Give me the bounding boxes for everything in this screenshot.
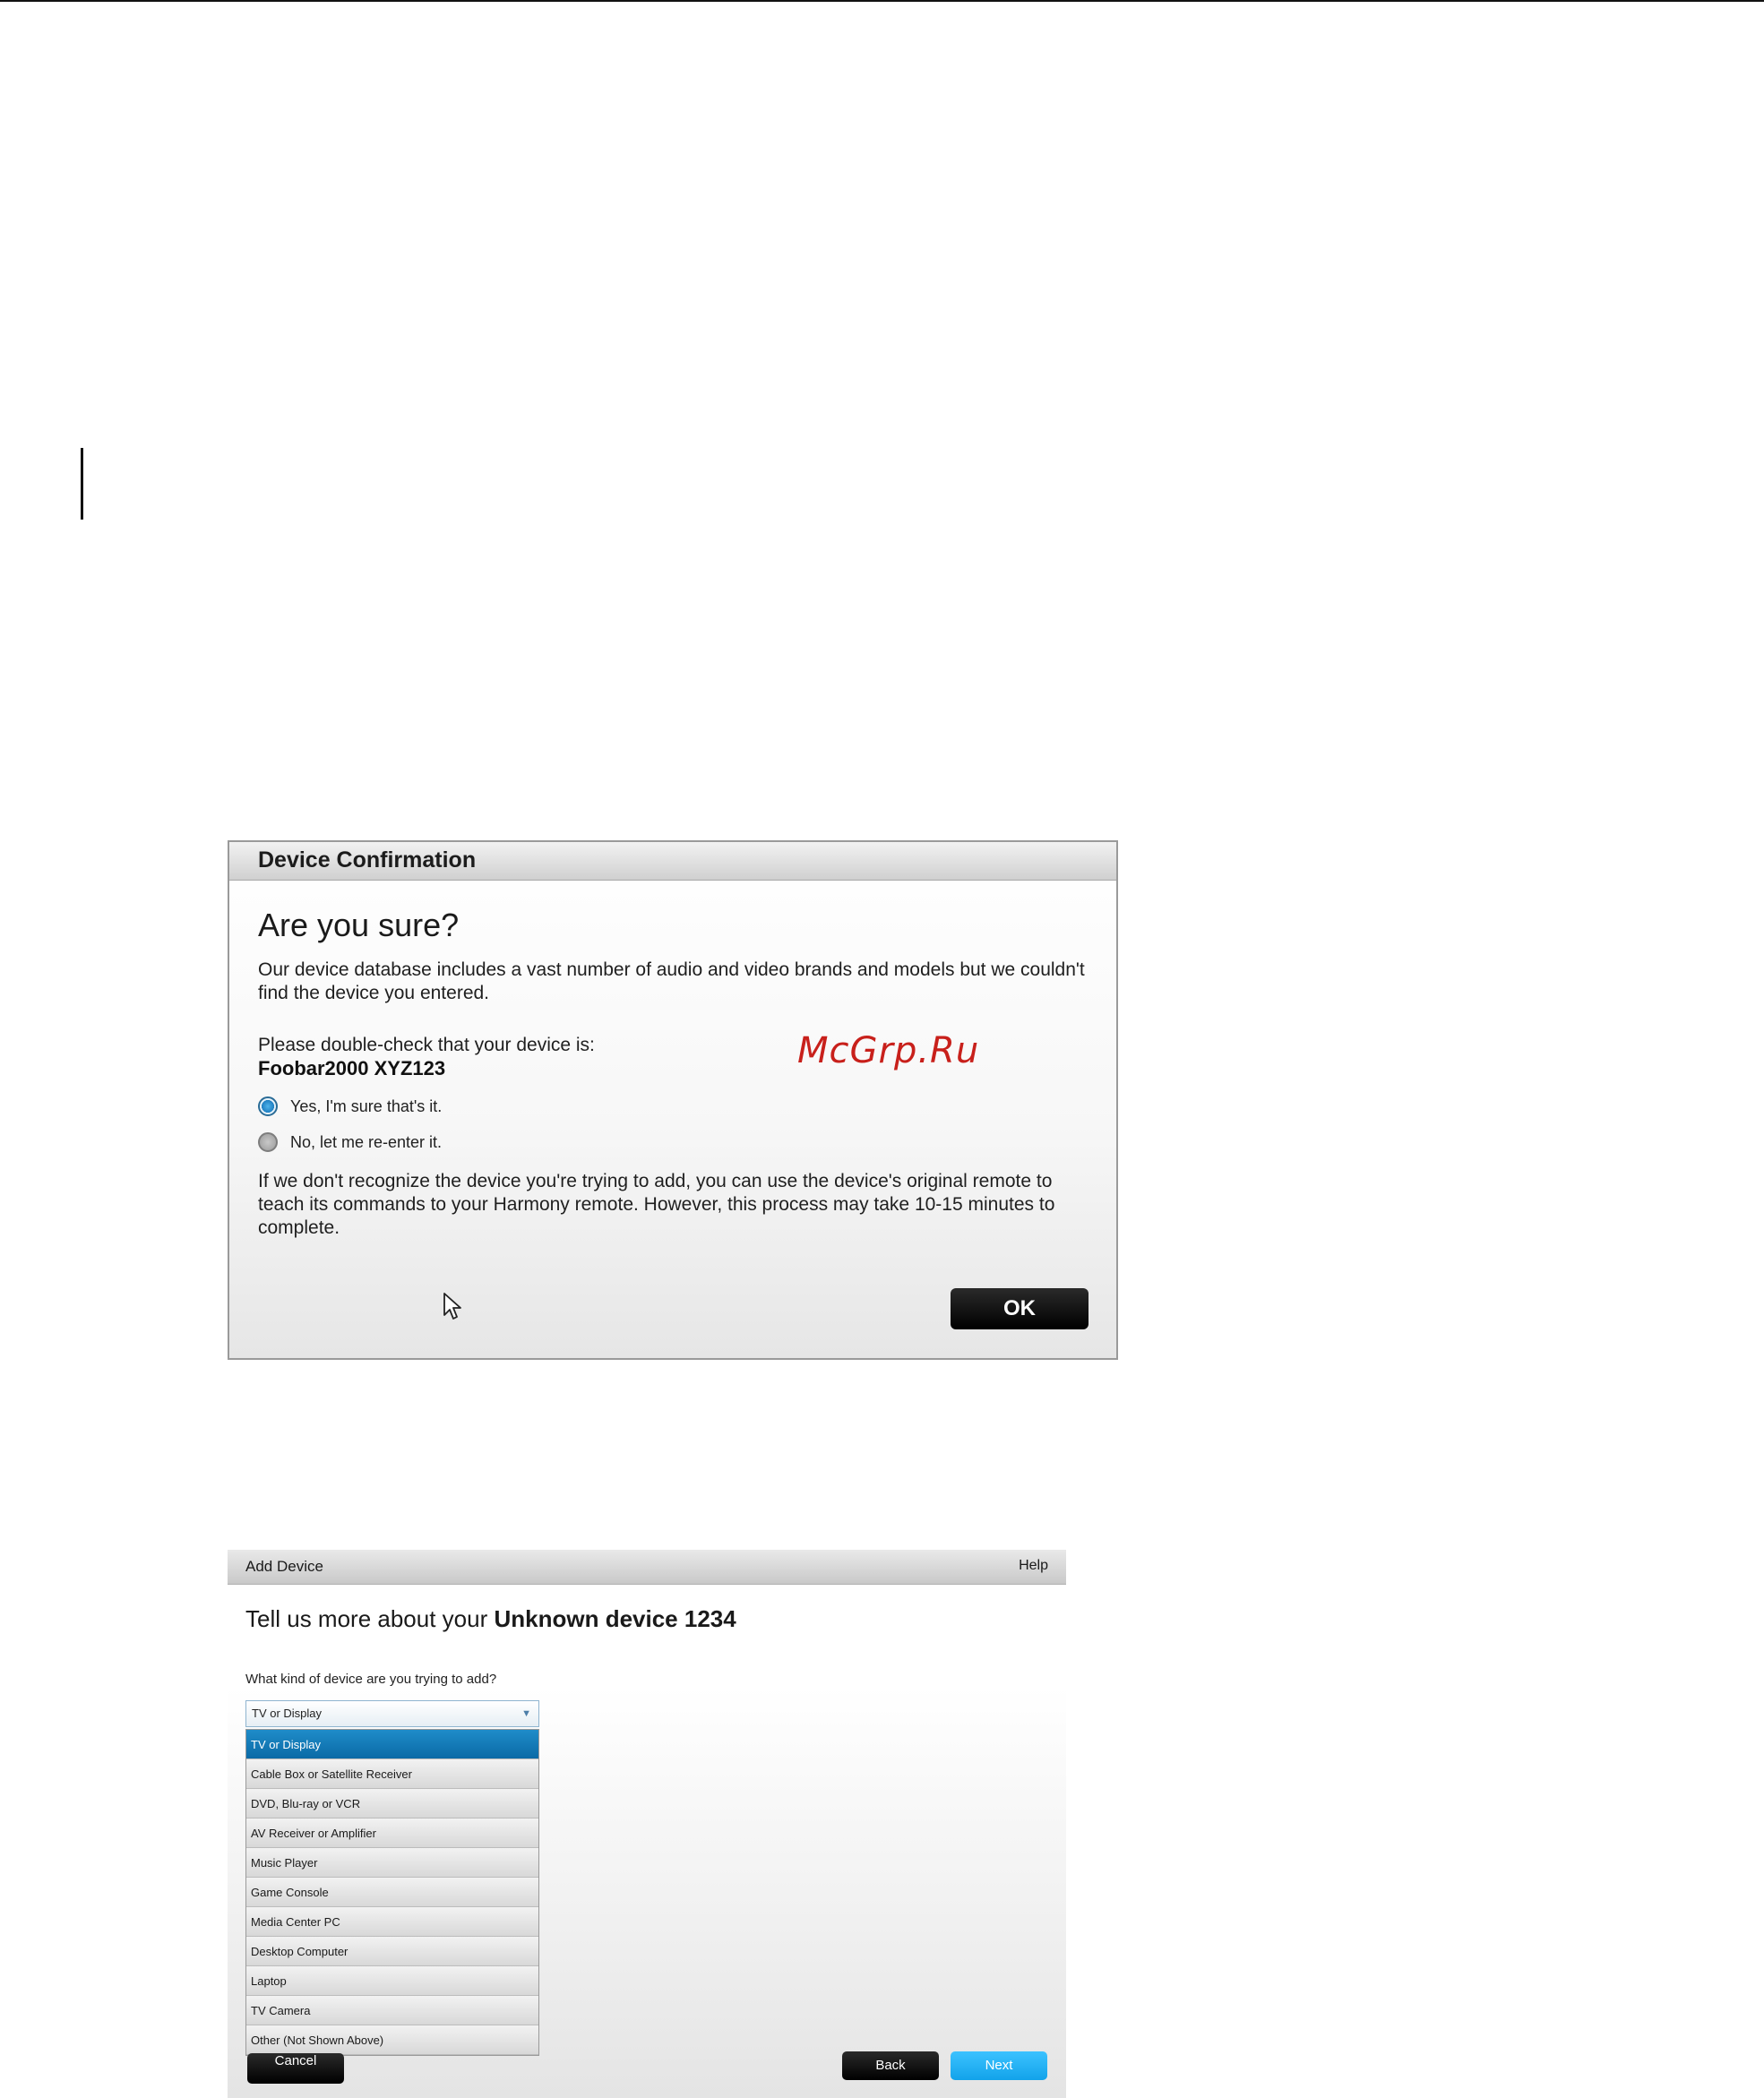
panel-title: Tell us more about your Unknown device 1…: [245, 1605, 736, 1633]
cancel-button[interactable]: Cancel: [247, 2053, 344, 2084]
device-type-options-list: TV or Display Cable Box or Satellite Rec…: [245, 1729, 539, 2056]
chevron-down-icon[interactable]: ▼: [521, 1701, 531, 1726]
dialog-device-name: Foobar2000 XYZ123: [258, 1057, 446, 1079]
ok-button[interactable]: OK: [951, 1288, 1089, 1329]
dialog-header: Device Confirmation: [229, 842, 1116, 881]
device-type-option[interactable]: TV Camera: [246, 1996, 538, 2025]
device-type-question: What kind of device are you trying to ad…: [245, 1672, 497, 1687]
dialog-title: Are you sure?: [258, 907, 460, 943]
device-type-selected-value: TV or Display: [252, 1707, 323, 1720]
mouse-pointer-icon: [443, 1293, 461, 1320]
back-button[interactable]: Back: [842, 2051, 939, 2080]
dialog-check-prompt: Please double-check that your device is:: [258, 1035, 595, 1055]
device-type-option[interactable]: Laptop: [246, 1966, 538, 1996]
help-link[interactable]: Help: [1019, 1558, 1048, 1574]
watermark: McGrp.Ru: [797, 1030, 980, 1071]
dialog-note-text: If we don't recognize the device you're …: [258, 1171, 1055, 1238]
device-type-option[interactable]: Desktop Computer: [246, 1937, 538, 1966]
next-button[interactable]: Next: [951, 2051, 1047, 2080]
device-type-option[interactable]: DVD, Blu-ray or VCR: [246, 1789, 538, 1819]
panel-title-device: Unknown device 1234: [494, 1605, 736, 1632]
radio-option-yes[interactable]: Yes, I'm sure that's it.: [258, 1096, 442, 1116]
radio-selected-icon[interactable]: [258, 1096, 278, 1116]
dialog-intro-text: Our device database includes a vast numb…: [258, 959, 1085, 1003]
panel-header-title: Add Device: [245, 1558, 323, 1575]
margin-change-bar: [81, 448, 83, 520]
radio-option-no[interactable]: No, let me re-enter it.: [258, 1132, 442, 1152]
device-confirmation-dialog: Device Confirmation Are you sure? Our de…: [228, 840, 1118, 1360]
device-type-option[interactable]: TV or Display: [246, 1730, 538, 1759]
top-rule: [0, 0, 1764, 2]
panel-title-prefix: Tell us more about your: [245, 1605, 488, 1632]
radio-option-label: No, let me re-enter it.: [290, 1132, 443, 1151]
dialog-header-title: Device Confirmation: [258, 847, 477, 873]
radio-unselected-icon[interactable]: [258, 1132, 278, 1152]
panel-header: Add Device Help: [228, 1550, 1066, 1585]
device-type-option[interactable]: AV Receiver or Amplifier: [246, 1819, 538, 1848]
add-device-panel: Add Device Help Tell us more about your …: [228, 1550, 1066, 2098]
device-type-option[interactable]: Music Player: [246, 1848, 538, 1878]
radio-option-label: Yes, I'm sure that's it.: [290, 1096, 443, 1115]
device-type-option[interactable]: Other (Not Shown Above): [246, 2025, 538, 2055]
device-type-option[interactable]: Media Center PC: [246, 1907, 538, 1937]
device-type-option[interactable]: Game Console: [246, 1878, 538, 1907]
device-type-select[interactable]: TV or Display ▼: [245, 1700, 539, 1727]
device-type-option[interactable]: Cable Box or Satellite Receiver: [246, 1759, 538, 1789]
